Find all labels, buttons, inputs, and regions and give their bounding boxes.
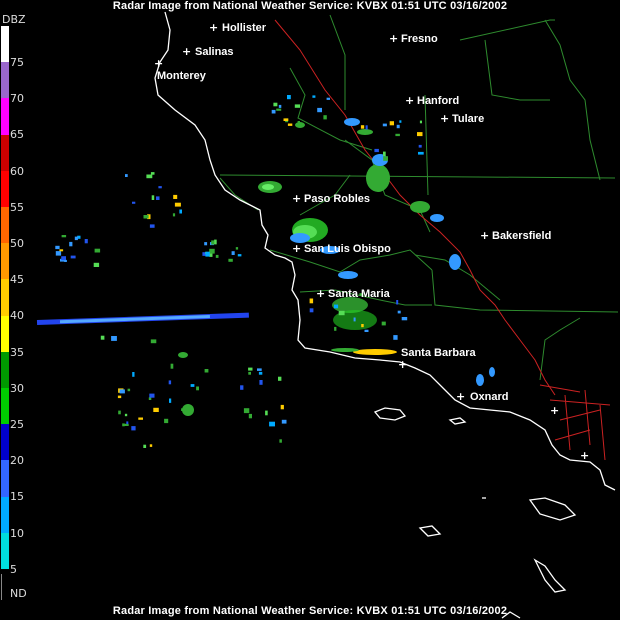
salinas-marker: + <box>182 45 191 58</box>
city-label-hollister: Hollister <box>222 22 267 34</box>
los-angeles-marker: + <box>550 404 559 417</box>
city-label-hanford: Hanford <box>417 95 459 107</box>
radar-map: + Hollister + Salinas + Monterey + Fresn… <box>36 11 619 619</box>
paso-robles-marker: + <box>292 192 301 205</box>
radar-speckles <box>55 95 424 448</box>
city-label-fresno: Fresno <box>401 33 438 45</box>
hollister-marker: + <box>209 21 218 34</box>
city-label-san-luis-obispo: San Luis Obispo <box>304 243 391 255</box>
city-label-paso-robles: Paso Robles <box>304 193 370 205</box>
monterey-marker: + <box>154 57 163 70</box>
bakersfield-marker: + <box>480 229 489 242</box>
city-layer: + Hollister + Salinas + Monterey + Fresn… <box>154 21 589 462</box>
hanford-marker: + <box>405 94 414 107</box>
radar-echoes <box>36 118 495 416</box>
city-label-monterey: Monterey <box>157 70 207 82</box>
santa-maria-marker: + <box>316 287 325 300</box>
fresno-marker: + <box>389 32 398 45</box>
city-label-tulare: Tulare <box>452 113 484 125</box>
county-lines <box>219 14 619 381</box>
santa-barbara-marker: + <box>398 358 407 371</box>
city-label-salinas: Salinas <box>195 46 234 58</box>
san-luis-obispo-marker: + <box>292 242 301 255</box>
oxnard-marker: + <box>456 390 465 403</box>
tulare-marker: + <box>440 112 449 125</box>
radar-title-bottom: Radar Image from National Weather Servic… <box>112 605 508 617</box>
city-label-oxnard: Oxnard <box>470 391 509 403</box>
city-label-bakersfield: Bakersfield <box>492 230 551 242</box>
city-label-santa-barbara: Santa Barbara <box>401 347 476 359</box>
highway-lines <box>274 19 611 461</box>
long-beach-marker: + <box>580 449 589 462</box>
city-label-santa-maria: Santa Maria <box>328 288 391 300</box>
